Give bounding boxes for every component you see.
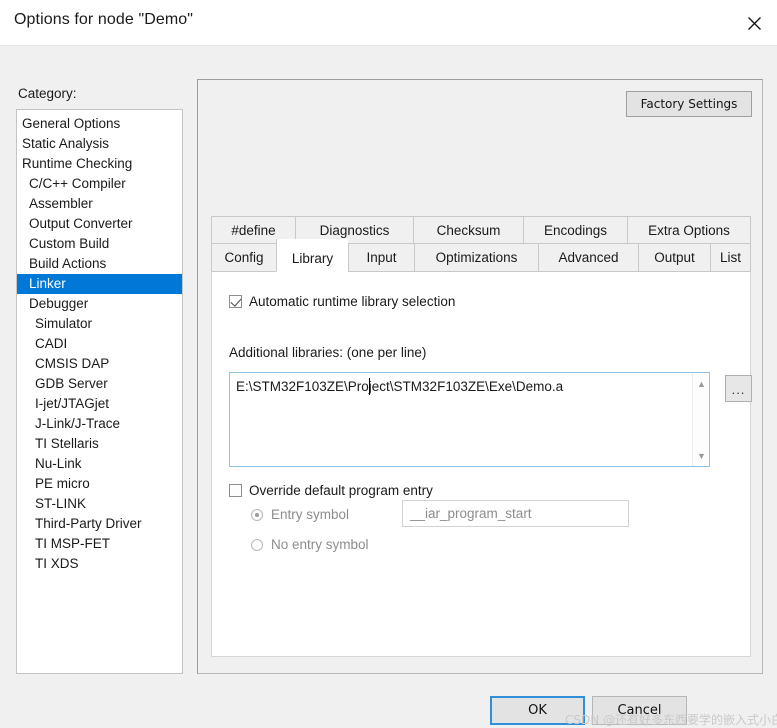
sidebar-item-simulator[interactable]: Simulator <box>17 314 182 334</box>
sidebar-item-st-link[interactable]: ST-LINK <box>17 494 182 514</box>
title-bar: Options for node "Demo" <box>0 0 777 46</box>
tab-list[interactable]: List <box>710 244 751 272</box>
tab-checksum[interactable]: Checksum <box>413 216 523 244</box>
library-tab-pane: Automatic runtime library selection Addi… <box>211 272 752 657</box>
sidebar-item-j-link-j-trace[interactable]: J-Link/J-Trace <box>17 414 182 434</box>
sidebar-item-ti-msp-fet[interactable]: TI MSP-FET <box>17 534 182 554</box>
override-entry-label: Override default program entry <box>249 483 433 498</box>
window-title: Options for node "Demo" <box>14 11 194 28</box>
sidebar-item-nu-link[interactable]: Nu-Link <box>17 454 182 474</box>
additional-libraries-textarea[interactable]: E:\STM32F103ZE\Project\STM32F103ZE\Exe\D… <box>229 372 710 467</box>
tab-encodings[interactable]: Encodings <box>523 216 627 244</box>
options-panel: Factory Settings #define Diagnostics Check… <box>197 79 763 674</box>
sidebar-item-debugger[interactable]: Debugger <box>17 294 182 314</box>
sidebar-item-custom-build[interactable]: Custom Build <box>17 234 182 254</box>
tab-input[interactable]: Input <box>348 244 414 272</box>
factory-settings-button[interactable]: Factory Settings <box>626 91 752 117</box>
category-list[interactable]: General Options Static Analysis Runtime Ch… <box>16 109 183 674</box>
sidebar-item-i-jet-jtagjet[interactable]: I-jet/JTAGjet <box>17 394 182 414</box>
entry-symbol-label: Entry symbol <box>271 507 350 522</box>
sidebar-item-ti-xds[interactable]: TI XDS <box>17 554 182 574</box>
sidebar-item-pe-micro[interactable]: PE micro <box>17 474 182 494</box>
sidebar-item-assembler[interactable]: Assembler <box>17 194 182 214</box>
tab-config[interactable]: Config <box>211 244 276 272</box>
sidebar-item-output-converter[interactable]: Output Converter <box>17 214 182 234</box>
chevron-down-icon[interactable]: ▼ <box>693 447 710 464</box>
chevron-up-icon[interactable]: ▲ <box>693 375 710 392</box>
dialog-body: Category: General Options Static Analysis… <box>0 46 777 727</box>
close-icon[interactable] <box>731 0 777 46</box>
tab-advanced[interactable]: Advanced <box>538 244 638 272</box>
additional-libraries-label: Additional libraries: (one per line) <box>229 345 427 360</box>
sidebar-item-build-actions[interactable]: Build Actions <box>17 254 182 274</box>
sidebar-item-third-party-driver[interactable]: Third-Party Driver <box>17 514 182 534</box>
sidebar-item-runtime-checking[interactable]: Runtime Checking <box>17 154 182 174</box>
sidebar-item-cadi[interactable]: CADI <box>17 334 182 354</box>
auto-runtime-library-checkbox-row[interactable]: Automatic runtime library selection <box>229 294 455 309</box>
tab-strip: #define Diagnostics Checksum Encodings Extra… <box>211 216 751 272</box>
text-caret <box>369 378 370 395</box>
tab-row-bottom: Config Library Input Optimizations Advanced O… <box>211 239 751 272</box>
entry-symbol-radio-row[interactable]: Entry symbol <box>251 507 349 522</box>
sidebar-item-general-options[interactable]: General Options <box>17 114 182 134</box>
auto-runtime-library-checkbox[interactable] <box>229 295 242 308</box>
no-entry-symbol-label: No entry symbol <box>271 537 369 552</box>
watermark: CSDN @还有好多东西要学的嵌入式小白 <box>565 713 777 727</box>
entry-symbol-radio[interactable] <box>251 508 263 521</box>
libraries-scrollbar[interactable]: ▲ ▼ <box>692 373 709 466</box>
category-label: Category: <box>18 86 77 101</box>
tab-extra-options[interactable]: Extra Options <box>627 216 751 244</box>
sidebar-item-linker[interactable]: Linker <box>17 274 182 294</box>
tab-optimizations[interactable]: Optimizations <box>414 244 538 272</box>
no-entry-symbol-radio[interactable] <box>251 538 263 551</box>
tab-library[interactable]: Library <box>276 239 348 272</box>
sidebar-item-c-c-compiler[interactable]: C/C++ Compiler <box>17 174 182 194</box>
sidebar-item-gdb-server[interactable]: GDB Server <box>17 374 182 394</box>
browse-libraries-button[interactable]: ... <box>725 375 752 402</box>
sidebar-item-ti-stellaris[interactable]: TI Stellaris <box>17 434 182 454</box>
override-entry-checkbox-row[interactable]: Override default program entry <box>229 483 433 498</box>
auto-runtime-library-label: Automatic runtime library selection <box>249 294 456 309</box>
additional-libraries-value: E:\STM32F103ZE\Project\STM32F103ZE\Exe\D… <box>236 379 564 394</box>
no-entry-symbol-radio-row[interactable]: No entry symbol <box>251 537 369 552</box>
entry-symbol-input[interactable]: __iar_program_start <box>402 500 629 527</box>
sidebar-item-static-analysis[interactable]: Static Analysis <box>17 134 182 154</box>
override-entry-checkbox[interactable] <box>229 484 242 497</box>
sidebar-item-cmsis-dap[interactable]: CMSIS DAP <box>17 354 182 374</box>
tab-output[interactable]: Output <box>638 244 710 272</box>
